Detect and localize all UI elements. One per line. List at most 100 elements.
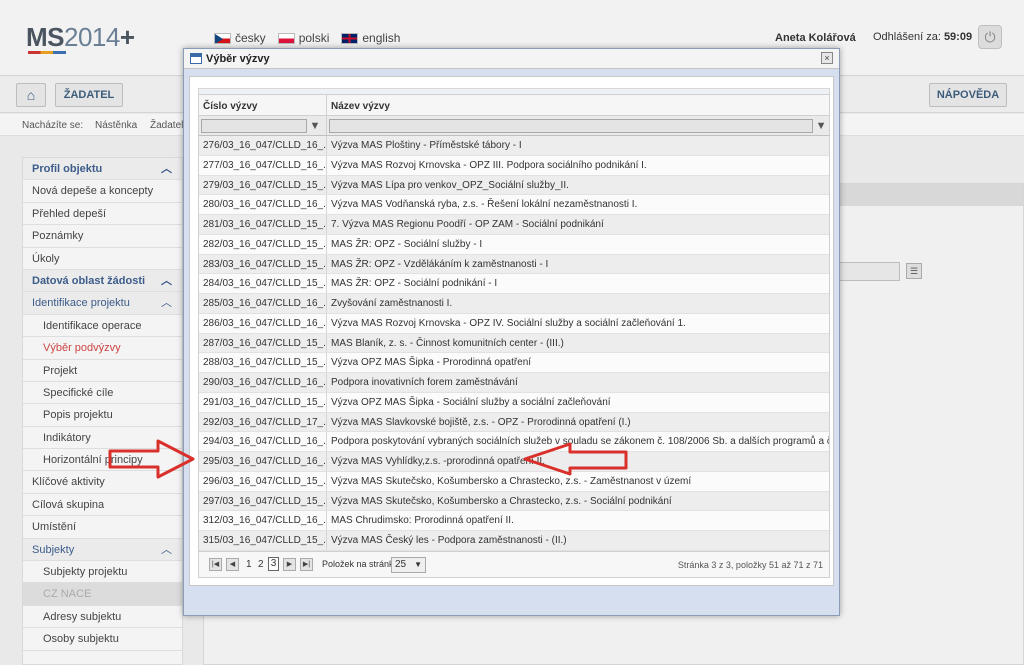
table-row[interactable]: 276/03_16_047/CLLD_16_... Výzva MAS Plošt… [199,136,829,156]
zadatel-button[interactable]: ŽADATEL [55,83,123,107]
table-row[interactable]: 286/03_16_047/CLLD_16_... Výzva MAS Rozvo… [199,313,829,334]
cell-call-name: Zvyšování zaměstnanosti I. [331,298,453,309]
background-input[interactable] [838,262,900,281]
cell-call-name: Výzva MAS Vodňanská ryba, z.s. - Řešení … [331,199,638,211]
sidebar-item-profil-objektu[interactable]: Profil objektu ︿ [23,158,182,181]
sidebar-item-vyber-podvyzvy[interactable]: Výběr podvýzvy [23,337,182,360]
table-row[interactable]: 277/03_16_047/CLLD_16_... Výzva MAS Rozvo… [199,155,829,176]
page-link-2[interactable]: 2 [258,559,264,570]
next-page-icon[interactable]: ▶ [283,557,296,571]
page-current[interactable]: 3 [268,556,279,571]
cell-call-number: 292/03_16_047/CLLD_17_... [199,412,327,432]
red-arrow-right-icon [108,439,195,479]
sidebar-item-identifikace-projektu[interactable]: Identifikace projektu ︿ [23,292,182,315]
sidebar-item-poznamky[interactable]: Poznámky [23,225,182,248]
cell-call-number: 279/03_16_047/CLLD_15_... [199,175,327,195]
sidebar-item-umisteni[interactable]: Umístění [23,516,182,539]
filter-cell-name: ▼ [327,116,829,135]
list-icon[interactable]: ☰ [906,263,922,279]
sidebar-item-specificke-cile[interactable]: Specifické cíle [23,382,182,405]
table-row[interactable]: 295/03_16_047/CLLD_16_... Výzva MAS Vyhlí… [199,452,829,472]
help-button[interactable]: NÁPOVĚDA [929,83,1007,107]
table-row[interactable]: 294/03_16_047/CLLD_16_... Podpora poskyto… [199,432,829,452]
cell-call-number: 285/03_16_047/CLLD_16_... [199,294,327,313]
breadcrumb-item-zadatel[interactable]: Žadatel [150,120,183,131]
home-button[interactable]: ⌂ [16,83,46,107]
per-page-select[interactable]: 25 ▼ [391,556,426,573]
cell-call-number: 315/03_16_047/CLLD_15_... [199,531,327,550]
sidebar-item-projekt[interactable]: Projekt [23,360,182,382]
sidebar-item-nova-depese[interactable]: Nová depeše a koncepty [23,180,182,203]
per-page-label: Položek na stránku [322,558,399,569]
sidebar-item-popis-projektu[interactable]: Popis projektu [23,404,182,427]
page-link-1[interactable]: 1 [246,559,252,570]
table-row[interactable]: 315/03_16_047/CLLD_15_... Výzva MAS Český… [199,531,829,551]
logout-timer: Odhlášení za: 59:09 [873,31,973,43]
first-page-icon[interactable]: |◀ [209,557,222,571]
cell-call-number: 312/03_16_047/CLLD_16_... [199,511,327,530]
sidebar-item-osoby-subjektu[interactable]: Osoby subjektu [23,628,182,651]
cell-call-number: 288/03_16_047/CLLD_15_... [199,353,327,372]
sidebar-item-prehled-depesi[interactable]: Přehled depeší [23,203,182,226]
flag-cz-icon [214,32,231,44]
filter-input-number[interactable] [201,118,307,133]
cell-call-name: MAS ŽR: OPZ - Sociální podnikání - I [331,278,498,290]
prev-page-icon[interactable]: ◀ [226,557,239,571]
filter-icon[interactable]: ▼ [309,119,321,133]
sidebar-item-adresy-subjektu[interactable]: Adresy subjektu [23,606,182,629]
language-switcher: česky polski english [214,31,400,45]
sidebar-item-datova-oblast[interactable]: Datová oblast žádosti ︿ [23,269,182,293]
home-icon: ⌂ [26,87,36,103]
table-row[interactable]: 279/03_16_047/CLLD_15_... Výzva MAS Lípa … [199,175,829,196]
logout-button[interactable]: ⏻ [978,25,1002,49]
table-row[interactable]: 292/03_16_047/CLLD_17_... Výzva MAS Slavk… [199,412,829,433]
breadcrumb-item-nastenka[interactable]: Nástěnka [95,120,137,131]
sidebar-item-cilova-skupina[interactable]: Cílová skupina [23,494,182,517]
table-row[interactable]: 291/03_16_047/CLLD_15_... Výzva OPZ MAS Š… [199,392,829,413]
sidebar-item-ukoly[interactable]: Úkoly [23,248,182,270]
lang-polish[interactable]: polski [277,31,329,45]
cell-call-name: MAS Chrudimsko: Prorodinná opatření II. [331,515,514,527]
column-header-call-number[interactable]: Číslo výzvy [199,95,327,115]
table-row[interactable]: 285/03_16_047/CLLD_16_... Zvyšování zaměs… [199,294,829,314]
cell-call-name: Výzva OPZ MAS Šipka - Prorodinná opatřen… [331,357,532,369]
sidebar: Profil objektu ︿ Nová depeše a koncepty P… [22,157,183,665]
lang-english[interactable]: english [341,31,400,45]
table-row[interactable]: 296/03_16_047/CLLD_15_... Výzva MAS Skute… [199,471,829,492]
cell-call-name: 7. Výzva MAS Regionu Poodří - OP ZAM - S… [331,219,604,230]
table-row[interactable]: 283/03_16_047/CLLD_15_... MAS ŽR: OPZ - V… [199,254,829,275]
red-arrow-left-icon [523,442,628,476]
filter-icon[interactable]: ▼ [815,119,827,133]
table-row[interactable]: 282/03_16_047/CLLD_15_... MAS ŽR: OPZ - S… [199,234,829,255]
table-row[interactable]: 281/03_16_047/CLLD_15_... 7. Výzva MAS Re… [199,215,829,235]
table-row[interactable]: 280/03_16_047/CLLD_16_... Výzva MAS Vodňa… [199,195,829,215]
close-icon[interactable]: × [821,52,833,64]
dialog-title: Výběr výzvy [206,53,270,65]
cell-call-number: 296/03_16_047/CLLD_15_... [199,471,327,491]
cell-call-name: Výzva MAS Ploštiny - Příměstské tábory -… [331,140,522,151]
chevron-up-icon: ︿ [161,274,172,287]
flag-en-icon [341,32,359,44]
sidebar-item-identifikace-operace[interactable]: Identifikace operace [23,315,182,338]
filter-input-name[interactable] [329,118,814,133]
sidebar-item-cz-nace: CZ NACE [23,583,182,606]
sidebar-item-subjekty[interactable]: Subjekty ︿ [23,538,182,562]
breadcrumb-prefix: Nacházíte se: [22,120,84,131]
table-row[interactable]: 288/03_16_047/CLLD_15_... Výzva OPZ MAS Š… [199,353,829,373]
lang-czech[interactable]: česky [214,31,266,45]
table-row[interactable]: 312/03_16_047/CLLD_16_... MAS Chrudimsko:… [199,511,829,531]
chevron-up-icon: ︿ [161,163,172,175]
cell-call-number: 282/03_16_047/CLLD_15_... [199,234,327,254]
dialog-titlebar: Výběr výzvy × [184,49,839,69]
sidebar-item-subjekty-projektu[interactable]: Subjekty projektu [23,561,182,584]
table-row[interactable]: 284/03_16_047/CLLD_15_... MAS ŽR: OPZ - S… [199,274,829,294]
table-row[interactable]: 297/03_16_047/CLLD_15_... Výzva MAS Skute… [199,491,829,512]
column-header-call-name[interactable]: Název výzvy [327,95,829,115]
table-row[interactable]: 287/03_16_047/CLLD_15_... MAS Blaník, z. … [199,333,829,354]
table-row[interactable]: 290/03_16_047/CLLD_16_... Podpora inovati… [199,373,829,393]
grid-body: 276/03_16_047/CLLD_16_... Výzva MAS Plošt… [198,135,830,552]
last-page-icon[interactable]: ▶| [300,557,313,571]
calls-grid: Číslo výzvy Název výzvy ▼ ▼ 276/03_16_04… [198,88,830,578]
cell-call-number: 295/03_16_047/CLLD_16_... [199,452,327,471]
app-logo[interactable]: MS2014+ [26,22,135,53]
